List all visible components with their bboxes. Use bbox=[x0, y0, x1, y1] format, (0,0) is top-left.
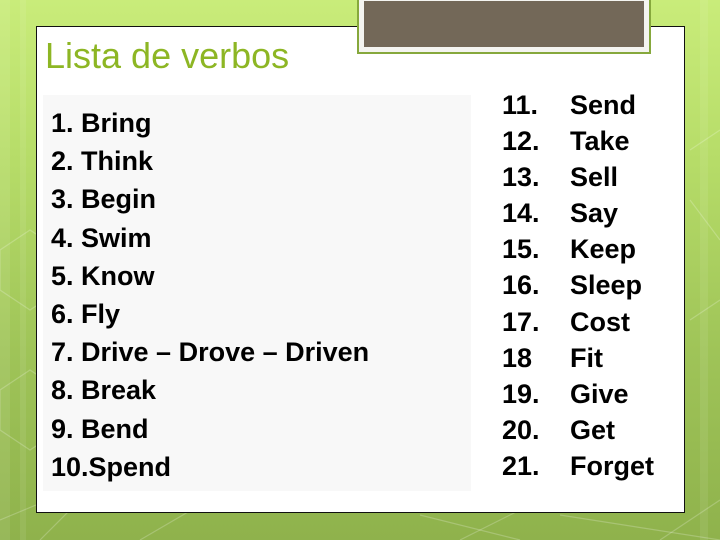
list-item: 9. Bend bbox=[51, 413, 149, 444]
item-number: 15. bbox=[502, 234, 540, 265]
item-number: 14. bbox=[502, 198, 540, 229]
list-item: 6. Fly bbox=[51, 299, 121, 330]
item-verb: Keep bbox=[570, 234, 637, 265]
item-number: 17. bbox=[502, 306, 540, 337]
item-verb: Take bbox=[570, 126, 630, 157]
item-verb: Say bbox=[570, 198, 619, 229]
item-verb: Send bbox=[570, 90, 637, 120]
item-verb: Forget bbox=[570, 450, 654, 481]
list-item: 18 Fit bbox=[502, 340, 654, 376]
item-number: 20. bbox=[502, 414, 540, 445]
slide-card: Lista de verbos 1. Bring 2. Think 3. Beg… bbox=[36, 26, 685, 513]
item-verb: Sleep bbox=[570, 270, 643, 301]
item-number: 18 bbox=[502, 342, 533, 373]
item-number: 16. bbox=[502, 270, 540, 301]
item-number: 21. bbox=[502, 450, 540, 481]
list-item: 5. Know bbox=[51, 260, 155, 291]
item-verb: Cost bbox=[570, 306, 630, 337]
list-item: 19. Give bbox=[502, 376, 654, 412]
list-item: 12. Take bbox=[502, 123, 654, 159]
verb-list-right: 11. Send 12. Take 13. Sell 14. Say 15. Keep 1… bbox=[502, 87, 654, 484]
item-verb: Sell bbox=[570, 162, 619, 193]
item-verb: Get bbox=[570, 414, 616, 445]
list-item: 11. Send bbox=[502, 87, 654, 123]
item-number: 13. bbox=[502, 162, 540, 193]
item-verb: Fit bbox=[570, 342, 603, 373]
item-number: 19. bbox=[502, 378, 540, 409]
list-item: 17. Cost bbox=[502, 304, 654, 340]
decorative-accent-bar bbox=[357, 0, 651, 54]
verb-list-left: 1. Bring 2. Think 3. Begin 4. Swim 5. Kn… bbox=[51, 104, 369, 486]
list-item: 13. Sell bbox=[502, 159, 654, 195]
item-number: 12. bbox=[502, 126, 540, 157]
list-item: 4. Swim bbox=[51, 222, 152, 253]
list-item: 1. Bring bbox=[51, 108, 152, 138]
item-verb: Give bbox=[570, 378, 629, 409]
list-item: 14. Say bbox=[502, 195, 654, 231]
list-item: 16. Sleep bbox=[502, 267, 654, 303]
list-item: 3. Begin bbox=[51, 184, 157, 215]
list-item: 15. Keep bbox=[502, 231, 654, 267]
list-item: 10.Spend bbox=[51, 451, 172, 482]
list-item: 8. Break bbox=[51, 375, 157, 406]
list-item: 2. Think bbox=[51, 146, 154, 177]
slide-title: Lista de verbos bbox=[45, 35, 290, 76]
item-number: 11. bbox=[502, 90, 539, 120]
list-item: 7. Drive – Drove – Driven bbox=[51, 337, 370, 368]
list-item: 20. Get bbox=[502, 412, 654, 448]
list-item: 21. Forget bbox=[502, 448, 654, 484]
